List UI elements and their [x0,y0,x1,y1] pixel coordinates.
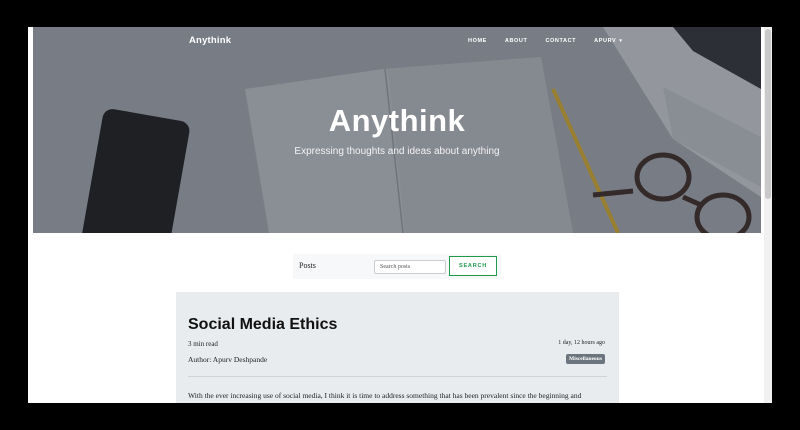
browser-viewport: Anythink HOME ABOUT CONTACT APURV ▾ Anyth… [28,27,772,403]
hero-banner: Anythink HOME ABOUT CONTACT APURV ▾ Anyth… [33,27,761,233]
nav-contact-link[interactable]: CONTACT [545,38,576,44]
post-card: Social Media Ethics 3 min read 1 day, 12… [176,292,619,403]
user-menu-dropdown[interactable]: APURV ▾ [594,38,622,44]
divider [188,376,607,377]
post-author: Author: Apurv Deshpande [188,355,268,364]
scrollbar-thumb[interactable] [765,29,771,199]
nav-home-link[interactable]: HOME [468,38,487,44]
scrollbar[interactable] [764,27,772,403]
search-button[interactable]: SEARCH [449,256,497,276]
navbar: Anythink HOME ABOUT CONTACT APURV ▾ [33,27,761,57]
post-excerpt: With the ever increasing use of social m… [188,391,582,400]
post-timestamp: 1 day, 12 hours ago [558,340,605,346]
brand-logo[interactable]: Anythink [189,35,231,46]
caret-down-icon: ▾ [619,38,623,44]
hero-subtitle: Expressing thoughts and ideas about anyt… [294,146,500,157]
post-title[interactable]: Social Media Ethics [188,316,337,334]
nav-about-link[interactable]: ABOUT [505,38,528,44]
nav-menu: HOME ABOUT CONTACT APURV ▾ [468,38,640,44]
search-bar: Posts SEARCH [293,254,501,279]
hero-title: Anythink [328,103,466,138]
read-time: 3 min read [188,340,218,348]
user-menu-label: APURV [594,38,617,44]
search-input[interactable] [374,260,446,274]
posts-label: Posts [299,261,316,270]
category-badge[interactable]: Miscellaneous [566,354,605,364]
